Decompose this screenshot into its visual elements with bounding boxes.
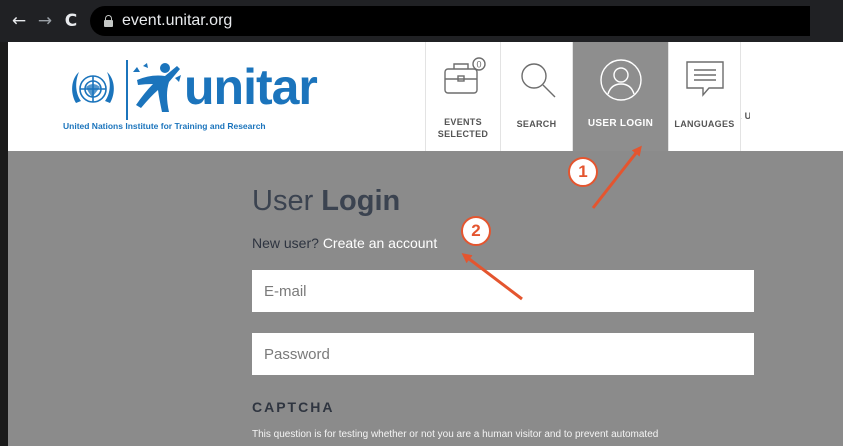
step-1-badge: 1 [568,157,598,187]
logo-wordmark: unitar [184,59,318,115]
title-light: User [252,185,322,217]
email-field[interactable] [252,270,754,312]
search-icon [520,63,555,98]
captcha-heading: CAPTCHA [252,399,335,415]
speech-bubble-icon [685,61,724,97]
lock-icon [104,15,113,27]
briefcase-icon: 0 [444,57,486,94]
nav-label-line2: SELECTED [437,129,489,139]
captcha-description: This question is for testing whether or … [252,429,659,440]
nav-label: E U [741,110,750,122]
url-text: event.unitar.org [122,12,233,29]
header-nav: 0 EVENTS SELECTED SEARCH USER LOGIN LANG… [425,42,750,151]
step-2-badge: 2 [461,216,491,246]
nav-user-login[interactable]: USER LOGIN [572,42,668,151]
login-section: User Login New user? Create an account C… [8,151,843,446]
unitar-logo[interactable]: unitar United Nations Institute for Trai… [8,42,425,151]
user-icon [599,59,642,101]
logo-divider [126,60,128,120]
site-header: unitar United Nations Institute for Trai… [8,42,843,151]
new-user-text: New user? [252,235,323,251]
events-count-badge: 0 [476,60,481,70]
browser-toolbar: ← → C event.unitar.org [0,0,843,42]
forward-icon[interactable]: → [32,11,58,31]
nav-label: LANGUAGES [674,119,735,129]
reload-icon[interactable]: C [58,11,84,31]
nav-languages[interactable]: LANGUAGES [668,42,740,151]
logo-tagline: United Nations Institute for Training an… [63,121,266,131]
nav-search[interactable]: SEARCH [500,42,572,151]
page: ← → C event.unitar.org unitar United Nat… [0,0,843,446]
create-account-link[interactable]: Create an account [323,235,437,251]
back-icon[interactable]: ← [6,11,32,31]
nav-events-selected[interactable]: 0 EVENTS SELECTED [425,42,500,151]
password-field[interactable] [252,333,754,375]
page-title: User Login [252,185,400,218]
title-bold: Login [321,185,401,217]
nav-partial-item[interactable]: E U [740,42,750,151]
nav-label: USER LOGIN [587,118,654,129]
nav-label-line1: EVENTS [444,117,482,127]
nav-label: SEARCH [516,119,557,129]
nav-label: EVENTS SELECTED [438,116,488,140]
unitar-figure-icon [133,63,181,112]
new-user-prompt: New user? Create an account [252,235,437,251]
address-bar[interactable]: event.unitar.org [90,6,810,36]
un-emblem-icon [72,72,114,103]
